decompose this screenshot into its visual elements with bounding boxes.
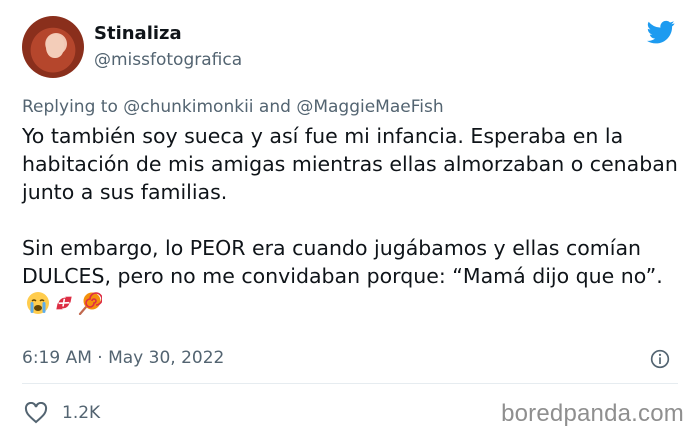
info-icon[interactable] xyxy=(650,349,670,369)
heart-icon xyxy=(24,402,48,424)
reply-mention-2[interactable]: @MaggieMaeFish xyxy=(296,97,443,117)
like-count: 1.2K xyxy=(62,403,101,423)
divider xyxy=(22,383,678,384)
reply-context: Replying to @chunkimonkii and @MaggieMae… xyxy=(22,97,444,117)
crying-face-icon xyxy=(27,292,49,314)
tweet-paragraph-1: Yo también soy sueca y así fue mi infanc… xyxy=(22,124,678,204)
tweet-timestamp[interactable]: 6:19 AM · May 30, 2022 xyxy=(22,348,224,368)
tweet-body: Yo también soy sueca y así fue mi infanc… xyxy=(22,122,682,322)
lollipop-icon xyxy=(78,292,103,316)
tweet-paragraph-2: Sin embargo, lo PEOR era cuando jugábamo… xyxy=(22,234,682,322)
reply-prefix: Replying to xyxy=(22,97,118,117)
reply-and: and xyxy=(258,97,291,117)
tweet-paragraph-2-text: Sin embargo, lo PEOR era cuando jugábamo… xyxy=(22,236,663,288)
watermark: boredpanda.com xyxy=(501,400,684,427)
candy-icon xyxy=(56,296,72,310)
author-handle[interactable]: @missfotografica xyxy=(94,50,242,70)
reply-mention-1[interactable]: @chunkimonkii xyxy=(123,97,253,117)
avatar[interactable] xyxy=(22,16,84,78)
author-name[interactable]: Stinaliza xyxy=(94,23,182,44)
like-button[interactable]: 1.2K xyxy=(24,402,100,424)
twitter-bird-icon xyxy=(647,20,675,44)
emoji-group xyxy=(26,291,104,322)
